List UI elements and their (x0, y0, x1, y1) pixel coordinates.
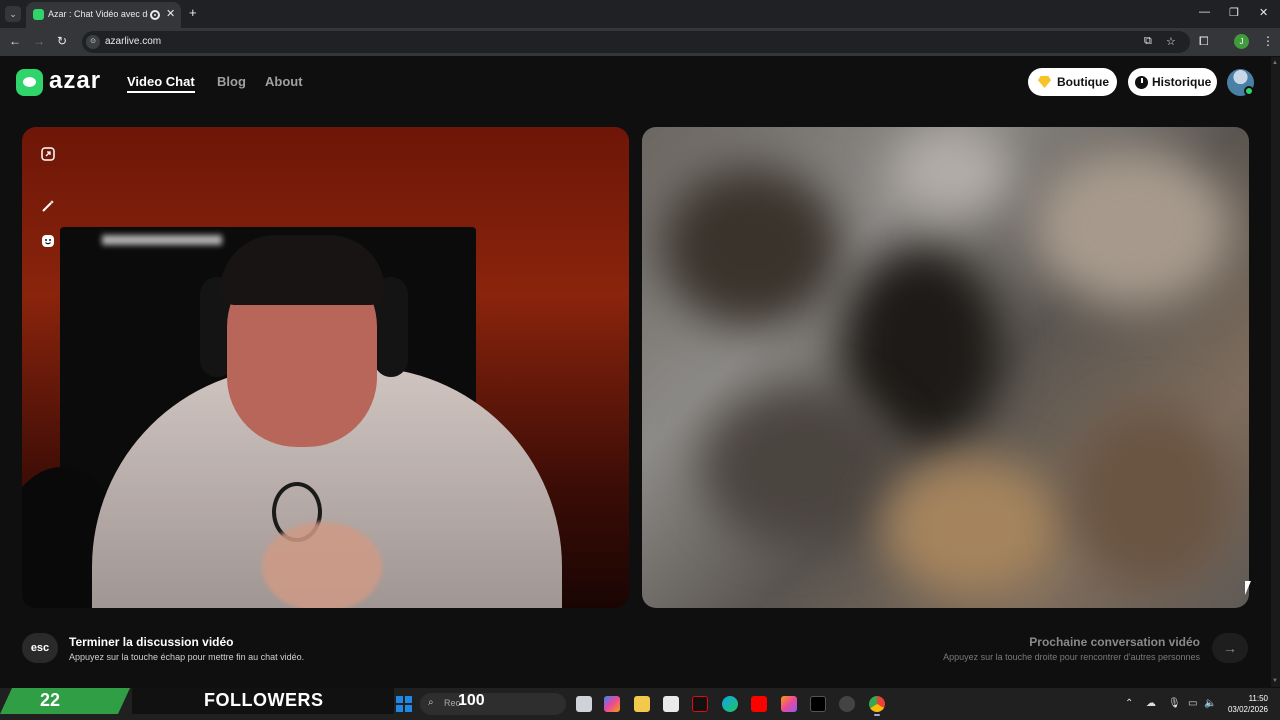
nav-about[interactable]: About (265, 74, 303, 89)
person-hair (220, 235, 385, 305)
monitor-glow (102, 235, 222, 245)
edge-icon[interactable] (722, 696, 738, 712)
gem-icon (1038, 76, 1051, 88)
volume-icon[interactable]: 🔈 (1204, 698, 1216, 709)
store-icon[interactable] (663, 696, 679, 712)
followers-label: FOLLOWERS (204, 690, 324, 710)
scroll-down-icon[interactable]: ▼ (1272, 678, 1278, 684)
followers-count: 22 (40, 690, 61, 710)
end-chat-title[interactable]: Terminer la discussion vidéo (69, 635, 234, 649)
instagram-icon[interactable] (781, 696, 797, 712)
site-info-icon[interactable]: ⊙ (86, 35, 100, 49)
nav-video-chat[interactable]: Video Chat (127, 74, 195, 93)
followers-count-bg (0, 688, 130, 714)
cloud-icon[interactable]: ☁ (1146, 698, 1156, 709)
local-video-feed (22, 127, 629, 608)
chrome-running-indicator (874, 714, 880, 716)
tab-close-icon[interactable]: ✕ (166, 7, 175, 20)
sticker-face-icon[interactable] (37, 230, 59, 252)
boutique-button[interactable]: Boutique (1028, 68, 1117, 96)
profile-avatar[interactable]: J (1234, 34, 1249, 49)
reload-icon[interactable]: ↻ (57, 34, 67, 48)
youtube-icon[interactable] (751, 696, 767, 712)
nav-blog[interactable]: Blog (217, 74, 246, 89)
fullscreen-icon[interactable] (37, 143, 59, 165)
copilot-icon[interactable] (604, 696, 620, 712)
extensions-icon[interactable]: ⧠ (1199, 34, 1209, 49)
clock-date[interactable]: 03/02/2026 (1224, 705, 1268, 714)
address-bar[interactable]: ⊙ azarlive.com ⧉ ☆ (82, 31, 1190, 53)
clock-time[interactable]: 11:50 (1236, 694, 1268, 703)
browser-tabstrip: ⌄ Azar : Chat Vidéo avec de ✕ + — ❐ ✕ (0, 0, 1280, 28)
window-close-icon[interactable]: ✕ (1259, 6, 1268, 19)
steam-icon[interactable] (839, 696, 855, 712)
historique-button[interactable]: Historique (1128, 68, 1217, 96)
azar-favicon-icon (33, 9, 44, 20)
windows-start-icon[interactable] (396, 696, 412, 712)
browser-toolbar: ← → ↻ ⊙ azarlive.com ⧉ ☆ ⧠ J ⋮ (0, 28, 1280, 56)
clock-icon (1135, 76, 1148, 89)
scroll-up-icon[interactable]: ▲ (1272, 60, 1278, 66)
person-hand (262, 522, 382, 608)
microphone-icon[interactable]: 🎙 (1168, 698, 1181, 709)
esc-key-badge[interactable]: esc (22, 633, 58, 663)
browser-tab[interactable]: Azar : Chat Vidéo avec de ✕ (26, 2, 181, 28)
page-scrollbar[interactable] (1271, 57, 1280, 687)
overlay-number: 100 (458, 692, 485, 709)
bookmark-star-icon[interactable]: ☆ (1166, 35, 1176, 48)
browser-menu-icon[interactable]: ⋮ (1262, 34, 1274, 48)
logo-text[interactable]: azar (49, 67, 101, 95)
taskbar-search[interactable]: ⌕ Rec (420, 693, 566, 715)
file-explorer-icon[interactable] (634, 696, 650, 712)
new-tab-icon[interactable]: + (189, 5, 197, 20)
back-icon[interactable]: ← (9, 34, 21, 48)
effects-wand-icon[interactable] (37, 195, 59, 217)
restore-icon[interactable]: ❐ (1229, 6, 1239, 19)
mouse-cursor (1245, 581, 1251, 595)
tray-overflow-icon[interactable]: ⌃ (1125, 698, 1133, 709)
next-arrow-icon[interactable]: → (1212, 633, 1248, 663)
chrome-icon[interactable] (869, 696, 885, 712)
cast-icon[interactable]: ⧉ (1144, 35, 1152, 48)
x-twitter-icon[interactable] (810, 696, 826, 712)
forward-icon[interactable]: → (33, 34, 45, 48)
netflix-icon[interactable] (692, 696, 708, 712)
azar-logo-icon[interactable] (16, 69, 43, 96)
task-view-icon[interactable] (576, 696, 592, 712)
network-icon[interactable]: ▭ (1188, 698, 1197, 709)
next-chat-title[interactable]: Prochaine conversation vidéo (1029, 635, 1200, 649)
recording-icon (150, 10, 160, 20)
remote-video-feed-blurred (642, 127, 1249, 608)
end-chat-subtitle: Appuyez sur la touche échap pour mettre … (69, 652, 305, 662)
next-chat-subtitle: Appuyez sur la touche droite pour rencon… (943, 652, 1200, 662)
tab-title: Azar : Chat Vidéo avec de (48, 9, 148, 19)
online-status-dot (1244, 86, 1254, 96)
minimize-icon[interactable]: — (1199, 6, 1210, 18)
search-icon: ⌕ (428, 697, 434, 708)
url-text: azarlive.com (105, 36, 162, 47)
tab-search-button[interactable]: ⌄ (5, 6, 21, 22)
historique-label: Historique (1152, 75, 1212, 89)
boutique-label: Boutique (1057, 75, 1109, 89)
